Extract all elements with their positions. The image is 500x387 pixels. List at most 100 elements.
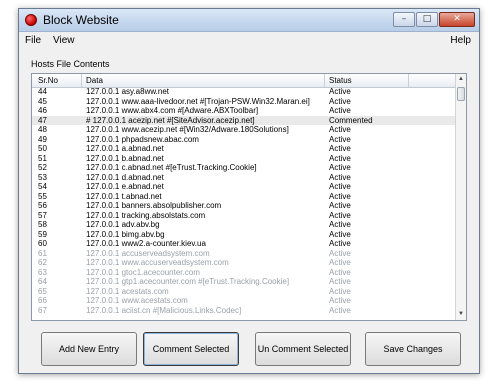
table-row[interactable]: 66 127.0.0.1 www.acestats.com Active [32, 296, 456, 306]
row-data: 127.0.0.1 www.accuserveadsystem.com [86, 258, 229, 267]
row-status: Active [329, 296, 351, 305]
row-data: 127.0.0.1 www.acestats.com [86, 296, 188, 305]
row-data: 127.0.0.1 asy.a8ww.net [86, 87, 170, 96]
row-status: Active [329, 229, 351, 239]
table-row[interactable]: 49 127.0.0.1 phpadsnew.abac.com Active [32, 135, 456, 145]
row-status: Active [329, 125, 351, 134]
table-row[interactable]: 60 127.0.0.1 www2.a-counter.kiev.ua Active [32, 239, 456, 249]
vertical-scrollbar[interactable]: ▲ ▼ [455, 74, 466, 320]
hosts-list[interactable]: Sr.No Data Status 44 127.0.0.1 asy.a8ww.n… [31, 73, 467, 321]
row-data: 127.0.0.1 b.abnad.net [86, 153, 164, 163]
row-data: 127.0.0.1 www.acezip.net #[Win32/Adware.… [86, 125, 289, 134]
menu-file[interactable]: File [25, 35, 41, 46]
row-sr-no: 58 [38, 220, 47, 229]
table-row[interactable]: 48 127.0.0.1 www.acezip.net #[Win32/Adwar… [32, 125, 456, 135]
scroll-up-icon[interactable]: ▲ [456, 74, 466, 85]
row-data: 127.0.0.1 t.abnad.net [86, 191, 162, 201]
row-sr-no: 57 [38, 210, 47, 220]
table-row[interactable]: 45 127.0.0.1 www.aaa-livedoor.net #[Troja… [32, 97, 456, 107]
table-row[interactable]: 65 127.0.0.1 acestats.com Active [32, 287, 456, 297]
table-row[interactable]: 54 127.0.0.1 e.abnad.net Active [32, 182, 456, 192]
row-sr-no: 51 [38, 153, 47, 163]
row-data: 127.0.0.1 adv.abv.bg [86, 220, 160, 229]
row-sr-no: 67 [38, 305, 47, 315]
table-row[interactable]: 67 127.0.0.1 aciist.cn #[Malicious.Links.… [32, 306, 456, 316]
menu-help[interactable]: Help [450, 35, 471, 46]
table-row[interactable]: 53 127.0.0.1 d.abnad.net Active [32, 173, 456, 183]
row-status: Active [329, 87, 351, 96]
row-sr-no: 46 [38, 106, 47, 115]
row-data: 127.0.0.1 tracking.absolstats.com [86, 210, 206, 220]
table-row[interactable]: 58 127.0.0.1 adv.abv.bg Active [32, 220, 456, 230]
row-data: 127.0.0.1 bimg.abv.bg [86, 229, 165, 239]
column-divider[interactable] [324, 74, 325, 87]
table-row[interactable]: 51 127.0.0.1 b.abnad.net Active [32, 154, 456, 164]
row-status: Active [329, 144, 351, 153]
minimize-button[interactable]: – [393, 12, 415, 27]
uncomment-selected-button[interactable]: Un Comment Selected [255, 332, 351, 366]
column-divider[interactable] [408, 74, 409, 87]
title-bar[interactable]: Block Website – □ ✕ [19, 9, 479, 32]
row-data: 127.0.0.1 www2.a-counter.kiev.ua [86, 239, 206, 248]
list-header: Sr.No Data Status [32, 74, 456, 88]
maximize-button[interactable]: □ [416, 12, 438, 27]
row-status: Active [329, 210, 351, 220]
column-header-sr-no[interactable]: Sr.No [38, 76, 58, 85]
column-header-status[interactable]: Status [329, 76, 352, 85]
column-divider[interactable] [81, 74, 82, 87]
row-sr-no: 54 [38, 182, 47, 191]
row-sr-no: 65 [38, 286, 47, 296]
add-new-entry-button[interactable]: Add New Entry [41, 332, 137, 366]
row-status: Active [329, 182, 351, 191]
row-status: Active [329, 239, 351, 248]
row-status: Active [329, 153, 351, 163]
column-header-data[interactable]: Data [86, 76, 103, 85]
row-data: 127.0.0.1 c.abnad.net #[eTrust.Tracking.… [86, 163, 257, 172]
table-row[interactable]: 46 127.0.0.1 www.abx4.com #[Adware.ABXToo… [32, 106, 456, 116]
row-sr-no: 56 [38, 201, 47, 210]
table-row[interactable]: 61 127.0.0.1 accuserveadsystem.com Active [32, 249, 456, 259]
row-status: Active [329, 106, 351, 115]
row-data: # 127.0.0.1 acezip.net #[SiteAdvisor.ace… [86, 115, 255, 125]
window-title: Block Website [43, 13, 119, 27]
row-sr-no: 44 [38, 87, 47, 96]
row-sr-no: 52 [38, 163, 47, 172]
table-row[interactable]: 63 127.0.0.1 gtoc1.acecounter.com Active [32, 268, 456, 278]
row-status: Active [329, 286, 351, 296]
scroll-down-icon[interactable]: ▼ [456, 309, 466, 320]
hosts-file-label: Hosts File Contents [31, 59, 110, 69]
row-data: 127.0.0.1 gtp1.acecounter.com #[eTrust.T… [86, 277, 290, 286]
row-status: Active [329, 267, 351, 277]
table-row[interactable]: 47 # 127.0.0.1 acezip.net #[SiteAdvisor.a… [32, 115, 456, 125]
row-data: 127.0.0.1 www.aaa-livedoor.net #[Trojan-… [86, 96, 310, 106]
row-sr-no: 61 [38, 248, 47, 258]
app-window: Block Website – □ ✕ File View Help Hosts… [18, 8, 480, 374]
row-status: Active [329, 134, 351, 144]
row-status: Active [329, 277, 351, 286]
comment-selected-button[interactable]: Comment Selected [143, 332, 239, 366]
row-status: Active [329, 191, 351, 201]
table-row[interactable]: 62 127.0.0.1 www.accuserveadsystem.com Act… [32, 258, 456, 268]
table-row[interactable]: 64 127.0.0.1 gtp1.acecounter.com #[eTrust… [32, 277, 456, 287]
row-status: Active [329, 96, 351, 106]
table-row[interactable]: 55 127.0.0.1 t.abnad.net Active [32, 192, 456, 202]
row-sr-no: 59 [38, 229, 47, 239]
table-row[interactable]: 52 127.0.0.1 c.abnad.net #[eTrust.Trackin… [32, 163, 456, 173]
table-row[interactable]: 50 127.0.0.1 a.abnad.net Active [32, 144, 456, 154]
row-sr-no: 53 [38, 172, 47, 182]
table-row[interactable]: 44 127.0.0.1 asy.a8ww.net Active [32, 87, 456, 97]
row-sr-no: 50 [38, 144, 47, 153]
row-status: Active [329, 220, 351, 229]
row-status: Active [329, 201, 351, 210]
window-controls: – □ ✕ [393, 12, 475, 27]
row-status: Active [329, 305, 351, 315]
table-row[interactable]: 59 127.0.0.1 bimg.abv.bg Active [32, 230, 456, 240]
table-row[interactable]: 57 127.0.0.1 tracking.absolstats.com Activ… [32, 211, 456, 221]
scroll-thumb[interactable] [457, 87, 465, 101]
close-button[interactable]: ✕ [439, 12, 475, 27]
table-row[interactable]: 56 127.0.0.1 banners.absolpublisher.com Ac… [32, 201, 456, 211]
menu-bar: File View Help [19, 32, 479, 49]
menu-view[interactable]: View [53, 35, 75, 46]
save-changes-button[interactable]: Save Changes [365, 332, 461, 366]
row-data: 127.0.0.1 acestats.com [86, 286, 169, 296]
